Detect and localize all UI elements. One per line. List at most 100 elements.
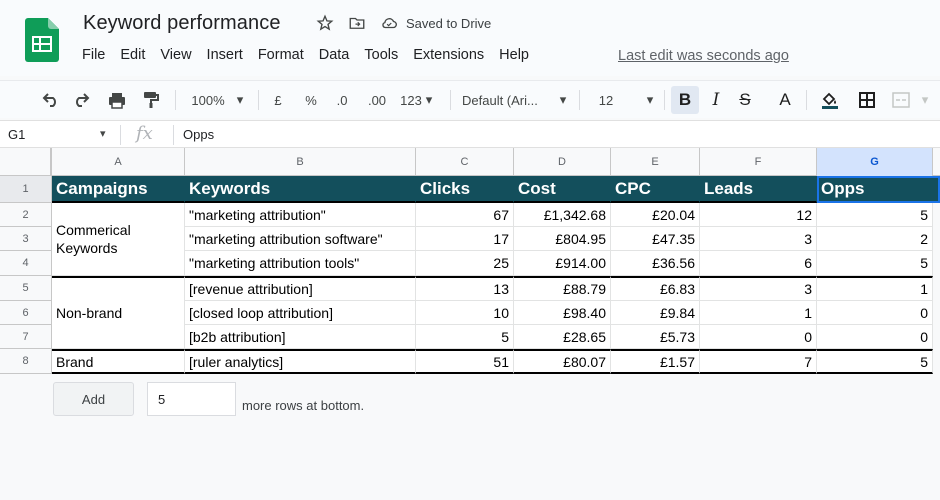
leads-cell[interactable]: 3 [700,227,817,251]
clicks-cell[interactable]: 10 [416,301,514,325]
row-header-8[interactable]: 8 [0,349,52,374]
strikethrough-button[interactable]: S [735,81,755,119]
opps-cell[interactable]: 5 [817,349,933,374]
redo-icon[interactable] [70,81,92,119]
font-size-caret-icon[interactable]: ▾ [643,81,657,119]
currency-format-button[interactable]: £ [270,81,286,119]
undo-icon[interactable] [40,81,62,119]
opps-cell[interactable]: 5 [817,203,933,227]
cpc-cell[interactable]: £9.84 [611,301,700,325]
cost-cell[interactable]: £28.65 [514,325,611,349]
cpc-cell[interactable]: £36.56 [611,251,700,276]
move-folder-icon[interactable] [348,14,366,32]
opps-cell[interactable]: 1 [817,276,933,301]
row-header-4[interactable]: 4 [0,251,52,276]
header-cell-opps[interactable]: Opps [817,176,940,203]
last-edit-link[interactable]: Last edit was seconds ago [618,48,789,64]
cpc-cell[interactable]: £5.73 [611,325,700,349]
header-cell-keywords[interactable]: Keywords [185,176,416,203]
leads-cell[interactable]: 7 [700,349,817,374]
cpc-cell[interactable]: £47.35 [611,227,700,251]
clicks-cell[interactable]: 17 [416,227,514,251]
menu-view[interactable]: View [160,47,191,63]
column-header-a[interactable]: A [52,148,185,176]
name-box-caret-icon[interactable]: ▾ [100,127,106,140]
keyword-cell[interactable]: [b2b attribution] [185,325,416,349]
column-header-f[interactable]: F [700,148,817,176]
font-size-select[interactable]: 12 [594,81,618,119]
fill-color-icon[interactable] [818,81,842,119]
merge-caret-icon[interactable]: ▾ [918,81,932,119]
column-header-e[interactable]: E [611,148,700,176]
formula-input[interactable]: Opps [183,127,214,142]
clicks-cell[interactable]: 13 [416,276,514,301]
group-cell-non-brand[interactable]: Non-brand [52,276,185,349]
zoom-select[interactable]: 100% [188,81,228,119]
row-header-2[interactable]: 2 [0,203,52,227]
add-rows-button[interactable]: Add [53,382,134,416]
font-family-select[interactable]: Default (Ari... [462,81,546,119]
menu-help[interactable]: Help [499,47,529,63]
borders-icon[interactable] [856,81,878,119]
row-header-3[interactable]: 3 [0,227,52,251]
zoom-caret-icon[interactable]: ▾ [233,81,247,119]
cost-cell[interactable]: £98.40 [514,301,611,325]
percent-format-button[interactable]: % [303,81,319,119]
opps-cell[interactable]: 0 [817,301,933,325]
row-header-5[interactable]: 5 [0,276,52,301]
more-formats-caret-icon[interactable]: ▾ [423,81,435,119]
cost-cell[interactable]: £88.79 [514,276,611,301]
group-cell-commercial[interactable]: Commerical Keywords [52,203,185,276]
header-cell-leads[interactable]: Leads [700,176,817,203]
leads-cell[interactable]: 12 [700,203,817,227]
clicks-cell[interactable]: 5 [416,325,514,349]
rows-count-input[interactable]: 5 [147,382,236,416]
document-title[interactable]: Keyword performance [83,12,281,35]
opps-cell[interactable]: 2 [817,227,933,251]
column-header-c[interactable]: C [416,148,514,176]
merge-cells-icon[interactable] [890,81,912,119]
header-cell-clicks[interactable]: Clicks [416,176,514,203]
clicks-cell[interactable]: 67 [416,203,514,227]
keyword-cell[interactable]: "marketing attribution" [185,203,416,227]
menu-insert[interactable]: Insert [207,47,243,63]
bold-button[interactable]: B [671,86,699,114]
cost-cell[interactable]: £1,342.68 [514,203,611,227]
cloud-saved-icon[interactable] [380,14,398,32]
menu-format[interactable]: Format [258,47,304,63]
decrease-decimal-button[interactable]: .0 [332,81,352,119]
menu-tools[interactable]: Tools [364,47,398,63]
increase-decimal-button[interactable]: .00 [364,81,390,119]
select-all-corner[interactable] [0,148,52,176]
keyword-cell[interactable]: [revenue attribution] [185,276,416,301]
header-cell-cost[interactable]: Cost [514,176,611,203]
cpc-cell[interactable]: £6.83 [611,276,700,301]
header-cell-campaigns[interactable]: Campaigns [52,176,185,203]
row-header-1[interactable]: 1 [0,176,52,203]
menu-data[interactable]: Data [319,47,350,63]
menu-extensions[interactable]: Extensions [413,47,484,63]
leads-cell[interactable]: 1 [700,301,817,325]
cost-cell[interactable]: £914.00 [514,251,611,276]
italic-button[interactable]: I [706,81,726,119]
cpc-cell[interactable]: £1.57 [611,349,700,374]
group-cell-brand[interactable]: Brand [52,349,185,374]
more-formats-button[interactable]: 123 [398,81,424,119]
text-color-button[interactable]: A [775,81,795,119]
keyword-cell[interactable]: [closed loop attribution] [185,301,416,325]
cpc-cell[interactable]: £20.04 [611,203,700,227]
clicks-cell[interactable]: 51 [416,349,514,374]
paint-format-icon[interactable] [140,81,162,119]
leads-cell[interactable]: 3 [700,276,817,301]
print-icon[interactable] [106,81,128,119]
cost-cell[interactable]: £804.95 [514,227,611,251]
clicks-cell[interactable]: 25 [416,251,514,276]
keyword-cell[interactable]: [ruler analytics] [185,349,416,374]
font-caret-icon[interactable]: ▾ [556,81,570,119]
opps-cell[interactable]: 0 [817,325,933,349]
opps-cell[interactable]: 5 [817,251,933,276]
leads-cell[interactable]: 6 [700,251,817,276]
header-cell-cpc[interactable]: CPC [611,176,700,203]
cost-cell[interactable]: £80.07 [514,349,611,374]
star-icon[interactable] [316,14,334,32]
